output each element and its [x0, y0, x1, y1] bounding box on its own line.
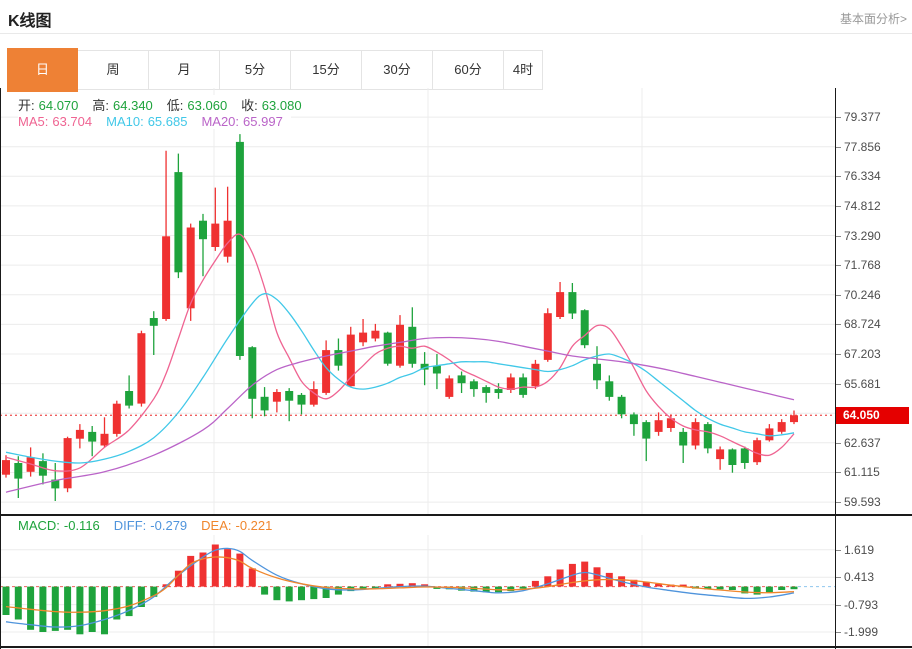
y-axis-label: -0.793	[844, 597, 910, 613]
axis-tick	[836, 443, 841, 444]
y-axis-label: 70.246	[844, 287, 910, 303]
y-axis-label: 67.203	[844, 346, 910, 362]
axis-tick	[836, 324, 841, 325]
close-value: 63.080	[262, 98, 302, 113]
y-axis-label: 1.619	[844, 542, 910, 558]
current-price-value: 64.050	[843, 408, 880, 422]
open-value: 64.070	[39, 98, 79, 113]
open-label: 开:	[18, 98, 35, 113]
axis-tick	[836, 176, 841, 177]
y-axis-label: 74.812	[844, 198, 910, 214]
high-value: 64.340	[113, 98, 153, 113]
y-axis-label: 71.768	[844, 257, 910, 273]
panel-separator	[0, 514, 912, 516]
main-candlestick-chart[interactable]	[0, 88, 836, 514]
page-title: K线图	[8, 7, 52, 31]
axis-tick	[836, 632, 841, 633]
ma10-value: 65.685	[148, 114, 188, 129]
tab-30分[interactable]: 30分	[362, 51, 433, 89]
axis-tick	[836, 605, 841, 606]
tab-4时[interactable]: 4时	[504, 51, 543, 89]
macd-label: MACD:	[18, 518, 60, 533]
kline-page: K线图 基本面分析> 日周月5分15分30分60分4时 开: 64.070 高: 64…	[0, 0, 912, 649]
current-price-marker: 64.050	[836, 407, 909, 424]
chart-left-border	[0, 88, 1, 649]
axis-tick	[836, 206, 841, 207]
close-label: 收:	[241, 98, 258, 113]
tab-60分[interactable]: 60分	[433, 51, 504, 89]
y-axis-label: 68.724	[844, 316, 910, 332]
macd-value: -0.116	[64, 518, 100, 533]
tab-15分[interactable]: 15分	[291, 51, 362, 89]
axis-tick	[836, 472, 841, 473]
axis-tick	[836, 295, 841, 296]
dea-label: DEA:	[201, 518, 231, 533]
y-axis-label: 59.593	[844, 494, 910, 510]
period-tabbar: 日周月5分15分30分60分4时	[7, 50, 543, 90]
y-axis-label: 61.115	[844, 464, 910, 480]
high-label: 高:	[92, 98, 109, 113]
axis-tick	[836, 550, 841, 551]
tab-周[interactable]: 周	[78, 51, 149, 89]
macd-readout: MACD: -0.116 DIFF:-0.279 DEA: -0.221	[18, 518, 280, 533]
title-divider	[0, 33, 912, 34]
low-label: 低:	[167, 98, 184, 113]
y-axis-label: -1.999	[844, 624, 910, 640]
low-value: 63.060	[187, 98, 227, 113]
diff-value: -0.279	[150, 518, 187, 533]
ohlc-readout: 开: 64.070 高: 64.340 低:63.060 收: 63.080	[18, 95, 310, 114]
fundamental-analysis-link[interactable]: 基本面分析>	[840, 10, 907, 27]
axis-separator	[835, 88, 836, 649]
tab-5分[interactable]: 5分	[220, 51, 291, 89]
y-axis-label: 62.637	[844, 435, 910, 451]
ma10-label: MA10:	[106, 114, 144, 129]
y-axis-label: 79.377	[844, 109, 910, 125]
dea-value: -0.221	[236, 518, 273, 533]
axis-tick	[836, 265, 841, 266]
ma5-label: MA5:	[18, 114, 48, 129]
axis-tick	[836, 354, 841, 355]
axis-tick	[836, 384, 841, 385]
tab-日[interactable]: 日	[7, 48, 78, 92]
ma20-value: 65.997	[243, 114, 283, 129]
y-axis-label: 77.856	[844, 139, 910, 155]
axis-tick	[836, 577, 841, 578]
ma20-label: MA20:	[201, 114, 239, 129]
chart-area: 开: 64.070 高: 64.340 低:63.060 收: 63.080 MA5: 63.…	[0, 88, 912, 649]
axis-tick	[836, 117, 841, 118]
ma5-value: 63.704	[52, 114, 92, 129]
y-axis-label: 76.334	[844, 168, 910, 184]
tab-月[interactable]: 月	[149, 51, 220, 89]
y-axis-label: 65.681	[844, 376, 910, 392]
ma-readout: MA5: 63.704 MA10: 65.685 MA20: 65.997	[18, 114, 291, 129]
y-axis-label: 0.413	[844, 569, 910, 585]
diff-label: DIFF:	[114, 518, 147, 533]
bottom-border	[0, 646, 912, 648]
axis-tick	[836, 502, 841, 503]
axis-tick	[836, 147, 841, 148]
axis-tick	[836, 236, 841, 237]
macd-chart[interactable]	[0, 535, 836, 647]
y-axis-label: 73.290	[844, 228, 910, 244]
